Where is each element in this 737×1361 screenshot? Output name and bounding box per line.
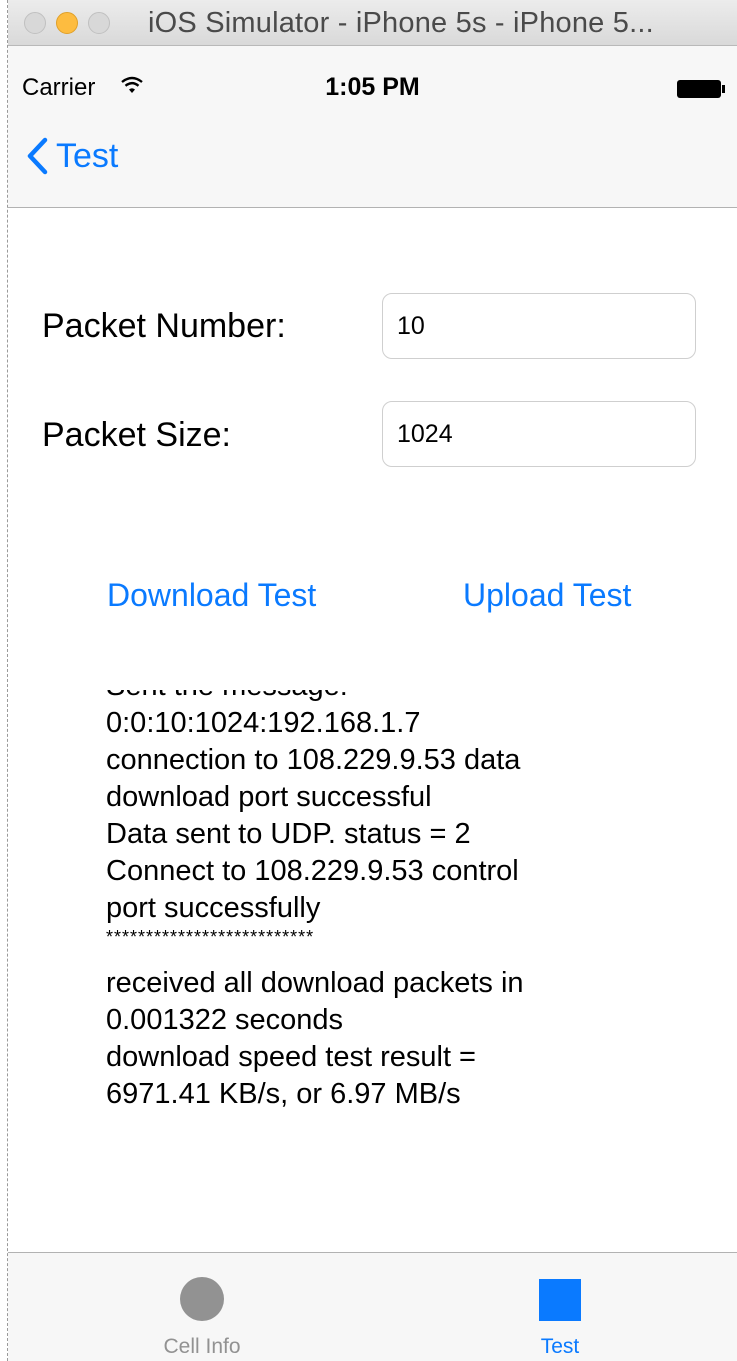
tab-bar: Cell Info Test [8, 1252, 737, 1361]
navigation-area: Carrier 1:05 PM Test [8, 46, 737, 208]
tab-label: Test [540, 1335, 580, 1358]
log-separator: ************************** [106, 927, 315, 947]
tab-test[interactable]: Test [460, 1253, 660, 1361]
log-line: Sent the message: [106, 690, 666, 705]
back-label: Test [56, 136, 119, 175]
log-line: Data sent to UDP. status = 2 [106, 818, 471, 850]
log-line: download speed test result = [106, 1041, 476, 1073]
log-line: port successfully [106, 892, 321, 924]
simulator-window: iOS Simulator - iPhone 5s - iPhone 5... … [8, 0, 737, 1361]
log-line: 0.001322 seconds [106, 1004, 344, 1036]
log-line: Connect to 108.229.9.53 control [106, 855, 519, 887]
log-line: received all download packets in [106, 967, 524, 999]
battery-full-icon [677, 80, 725, 98]
zoom-window-button[interactable] [88, 12, 110, 34]
log-line: 0:0:10:1024:192.168.1.7 [106, 707, 421, 739]
circle-icon [180, 1277, 224, 1321]
packet-number-input[interactable] [382, 293, 696, 359]
minimize-window-button[interactable] [56, 12, 78, 34]
packet-number-label: Packet Number: [42, 307, 286, 345]
window-titlebar[interactable]: iOS Simulator - iPhone 5s - iPhone 5... [8, 0, 737, 46]
log-line: download port successful [106, 781, 432, 813]
download-test-button[interactable]: Download Test [107, 577, 316, 614]
packet-size-input[interactable] [382, 401, 696, 467]
status-time: 1:05 PM [325, 73, 420, 101]
back-button[interactable]: Test [26, 134, 118, 178]
chevron-left-icon [27, 137, 48, 175]
log-text-view[interactable]: Sent the message: 0:0:10:1024:192.168.1.… [106, 690, 666, 1140]
tab-label: Cell Info [163, 1335, 241, 1358]
desktop-edge [0, 0, 8, 1361]
upload-test-button[interactable]: Upload Test [463, 577, 631, 614]
tab-cell-info[interactable]: Cell Info [102, 1253, 302, 1361]
log-content: Sent the message: 0:0:10:1024:192.168.1.… [106, 690, 666, 1113]
log-line: connection to 108.229.9.53 data [106, 744, 521, 776]
close-window-button[interactable] [24, 12, 46, 34]
window-title: iOS Simulator - iPhone 5s - iPhone 5... [148, 7, 654, 39]
square-icon [539, 1279, 581, 1321]
log-line: 6971.41 KB/s, or 6.97 MB/s [106, 1078, 461, 1110]
packet-size-label: Packet Size: [42, 416, 231, 454]
